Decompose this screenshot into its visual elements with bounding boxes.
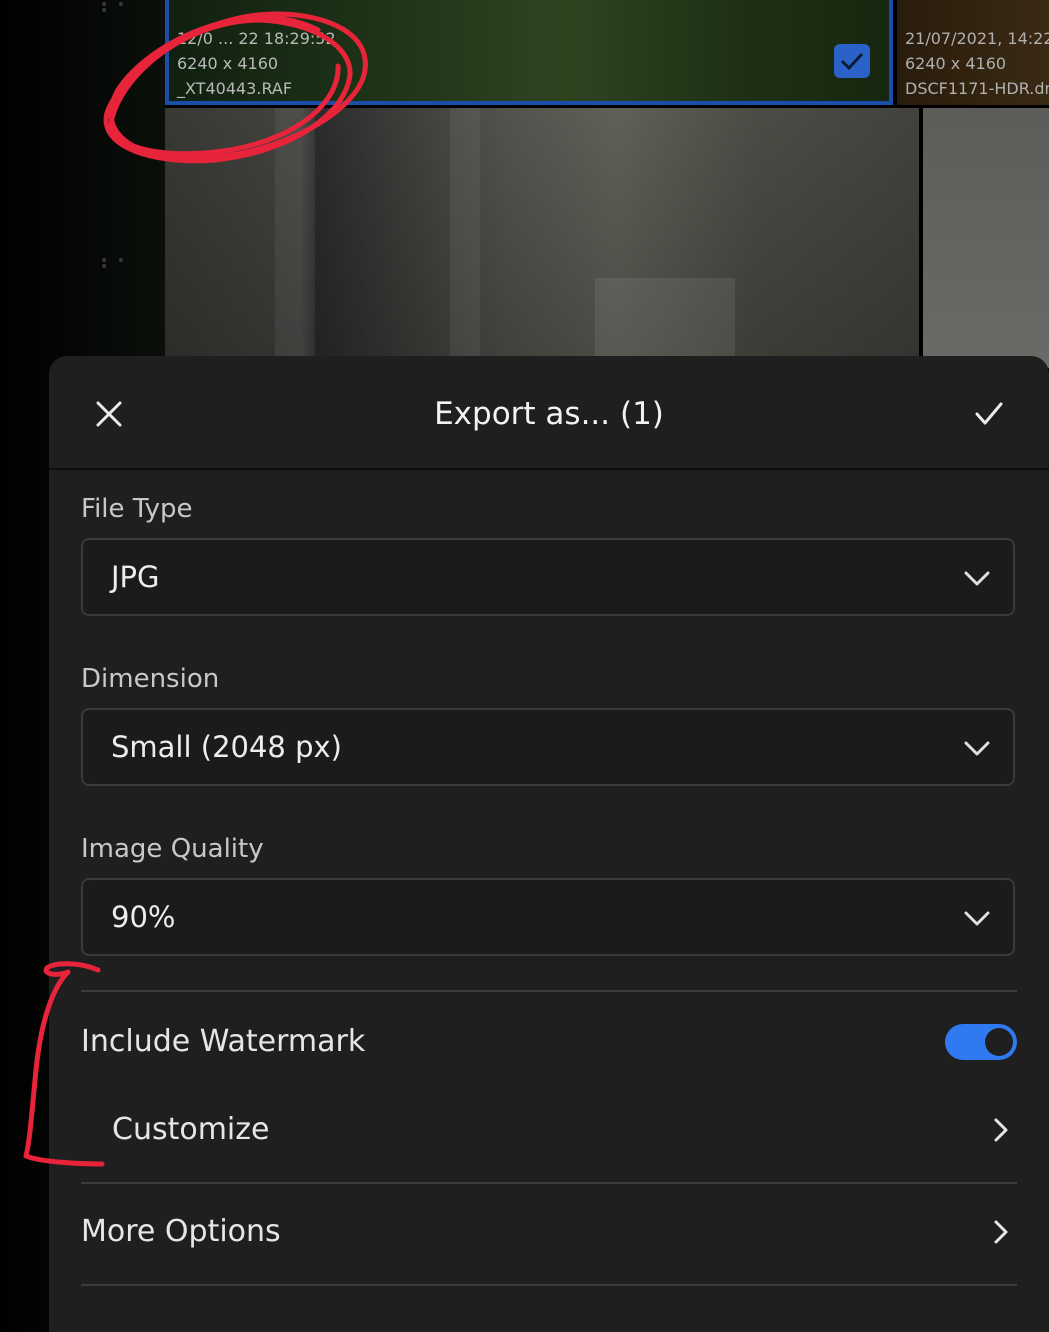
photo-tile-selected[interactable]: 12/0 ... 22 18:29:52 6240 x 4160 _XT4044… [165,0,893,105]
selected-check-icon[interactable] [834,44,870,78]
photo-thumbnail[interactable] [923,108,1049,368]
chevron-down-icon [964,741,990,756]
chevron-right-icon[interactable] [991,1218,1011,1246]
photo-filename: DSCF1171-HDR.dn [905,79,1049,98]
chevron-down-icon [964,571,990,586]
customize-label[interactable]: Customize [112,1111,269,1149]
toggle-knob [985,1028,1013,1056]
more-options-label[interactable]: More Options [81,1213,281,1251]
photo-metadata: 21/07/2021, 14:22: 6240 x 4160 DSCF1171-… [905,26,1049,101]
photo-dimensions: 6240 x 4160 [905,54,1007,73]
photo-filename: _XT40443.RAF [177,79,293,98]
divider [81,1182,1017,1184]
include-watermark-toggle[interactable] [945,1024,1017,1060]
image-quality-label: Image Quality [81,834,264,864]
divider [81,990,1017,992]
dimension-select[interactable]: Small (2048 px) [81,708,1015,786]
more-dots-icon[interactable]: • • • [100,254,130,274]
file-type-label: File Type [81,494,193,524]
dimension-value: Small (2048 px) [111,730,342,764]
confirm-button[interactable] [967,392,1011,436]
photo-tile[interactable]: 21/07/2021, 14:22: 6240 x 4160 DSCF1171-… [897,0,1049,105]
dialog-title: Export as... (1) [434,396,664,432]
file-type-select[interactable]: JPG [81,538,1015,616]
photo-thumbnail-interior[interactable] [165,108,919,368]
check-icon [975,402,1003,425]
dimension-label: Dimension [81,664,220,694]
photo-metadata: 12/0 ... 22 18:29:52 6240 x 4160 _XT4044… [177,26,336,101]
more-dots-icon[interactable]: • • • [100,0,130,18]
photo-detail [275,108,315,368]
chevron-down-icon [964,911,990,926]
image-quality-value: 90% [111,900,176,934]
image-quality-select[interactable]: 90% [81,878,1015,956]
file-type-value: JPG [111,560,160,594]
photo-detail [450,108,480,368]
dialog-header: Export as... (1) [49,356,1049,470]
divider [81,1284,1017,1286]
chevron-right-icon[interactable] [991,1116,1011,1144]
photo-detail [595,278,735,368]
photo-dimensions: 6240 x 4160 [177,54,279,73]
include-watermark-label: Include Watermark [81,1024,366,1059]
photo-datetime: 21/07/2021, 14:22: [905,29,1049,48]
export-dialog: Export as... (1) File Type JPG Dimension… [49,356,1049,1332]
photo-datetime: 12/0 ... 22 18:29:52 [177,29,336,48]
